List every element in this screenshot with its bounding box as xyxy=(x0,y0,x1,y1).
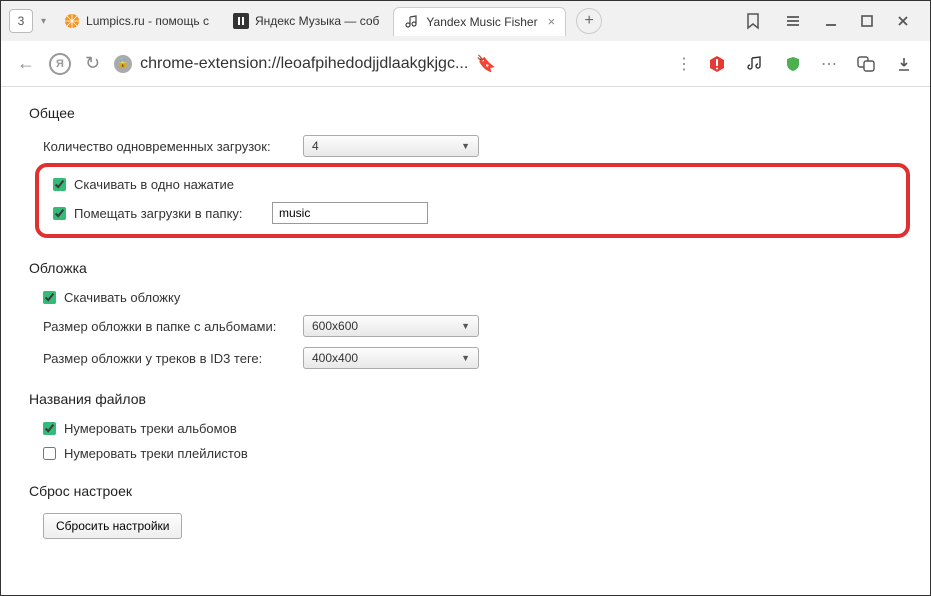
translate-icon[interactable] xyxy=(856,54,876,74)
download-cover-checkbox[interactable] xyxy=(43,291,56,304)
close-window-icon[interactable] xyxy=(896,14,910,28)
adblock-icon[interactable] xyxy=(707,54,727,74)
tab-label: Yandex Music Fisher xyxy=(426,15,537,29)
tab-label: Lumpics.ru - помощь с xyxy=(86,14,209,28)
folder-label: Помещать загрузки в папку: xyxy=(74,206,272,221)
chevron-down-icon[interactable]: ▾ xyxy=(41,16,46,27)
yandex-icon[interactable]: Я xyxy=(49,53,71,75)
tab-count[interactable]: 3 xyxy=(9,9,33,33)
downloads-select[interactable]: 4 ▼ xyxy=(303,135,479,157)
music-note-icon xyxy=(404,14,420,30)
section-title: Общее xyxy=(29,105,902,121)
section-reset: Сброс настроек Сбросить настройки xyxy=(29,483,902,539)
lock-icon: 🔒 xyxy=(114,55,132,73)
orange-icon xyxy=(64,13,80,29)
one-click-checkbox[interactable] xyxy=(53,178,66,191)
tab-lumpics[interactable]: Lumpics.ru - помощь с xyxy=(54,7,219,35)
section-title: Названия файлов xyxy=(29,391,902,407)
url-box[interactable]: 🔒 chrome-extension://leoafpihedodjjdlaak… xyxy=(114,54,662,74)
new-tab-button[interactable]: + xyxy=(576,8,602,34)
one-click-label: Скачивать в одно нажатие xyxy=(74,177,234,192)
chevron-down-icon: ▼ xyxy=(461,141,470,151)
tab-yandex-music[interactable]: Яндекс Музыка — соб xyxy=(223,7,389,35)
reset-button[interactable]: Сбросить настройки xyxy=(43,513,182,539)
more-icon[interactable]: ⋮ xyxy=(676,54,693,74)
number-playlists-label: Нумеровать треки плейлистов xyxy=(64,446,248,461)
cover-id3-label: Размер обложки у треков в ID3 теге: xyxy=(43,351,303,366)
bookmark-star-icon[interactable]: 🔖 xyxy=(476,54,496,74)
cover-album-label: Размер обложки в папке с альбомами: xyxy=(43,319,303,334)
maximize-icon[interactable] xyxy=(860,14,874,28)
ext-more-icon[interactable]: ⋯ xyxy=(821,54,838,74)
settings-content: Общее Количество одновременных загрузок:… xyxy=(1,87,930,557)
section-title: Обложка xyxy=(29,260,902,276)
section-general: Общее Количество одновременных загрузок:… xyxy=(29,105,902,238)
number-albums-checkbox[interactable] xyxy=(43,422,56,435)
shield-icon[interactable] xyxy=(783,54,803,74)
cover-album-select[interactable]: 600x600 ▼ xyxy=(303,315,479,337)
minimize-icon[interactable] xyxy=(824,14,838,28)
folder-checkbox[interactable] xyxy=(53,207,66,220)
close-icon[interactable]: × xyxy=(548,14,556,29)
url-text: chrome-extension://leoafpihedodjjdlaakgk… xyxy=(140,55,468,73)
download-cover-label: Скачивать обложку xyxy=(64,290,180,305)
section-title: Сброс настроек xyxy=(29,483,902,499)
folder-input[interactable] xyxy=(272,202,428,224)
pause-icon xyxy=(233,13,249,29)
number-albums-label: Нумеровать треки альбомов xyxy=(64,421,237,436)
cover-id3-select[interactable]: 400x400 ▼ xyxy=(303,347,479,369)
bookmark-icon[interactable] xyxy=(744,12,762,30)
tab-label: Яндекс Музыка — соб xyxy=(255,14,379,28)
downloads-label: Количество одновременных загрузок: xyxy=(43,139,303,154)
highlight-box: Скачивать в одно нажатие Помещать загруз… xyxy=(35,163,910,238)
tab-bar: 3 ▾ Lumpics.ru - помощь с Яндекс Музыка … xyxy=(1,1,930,41)
chevron-down-icon: ▼ xyxy=(461,353,470,363)
number-playlists-checkbox[interactable] xyxy=(43,447,56,460)
back-icon[interactable]: ← xyxy=(17,53,35,74)
download-icon[interactable] xyxy=(894,54,914,74)
address-bar: ← Я ↻ 🔒 chrome-extension://leoafpihedodj… xyxy=(1,41,930,87)
tab-yandex-fisher[interactable]: Yandex Music Fisher × xyxy=(393,7,566,36)
section-cover: Обложка Скачивать обложку Размер обложки… xyxy=(29,260,902,369)
menu-icon[interactable] xyxy=(784,12,802,30)
music-ext-icon[interactable] xyxy=(745,54,765,74)
section-filenames: Названия файлов Нумеровать треки альбомо… xyxy=(29,391,902,461)
chevron-down-icon: ▼ xyxy=(461,321,470,331)
reload-icon[interactable]: ↻ xyxy=(85,53,100,74)
